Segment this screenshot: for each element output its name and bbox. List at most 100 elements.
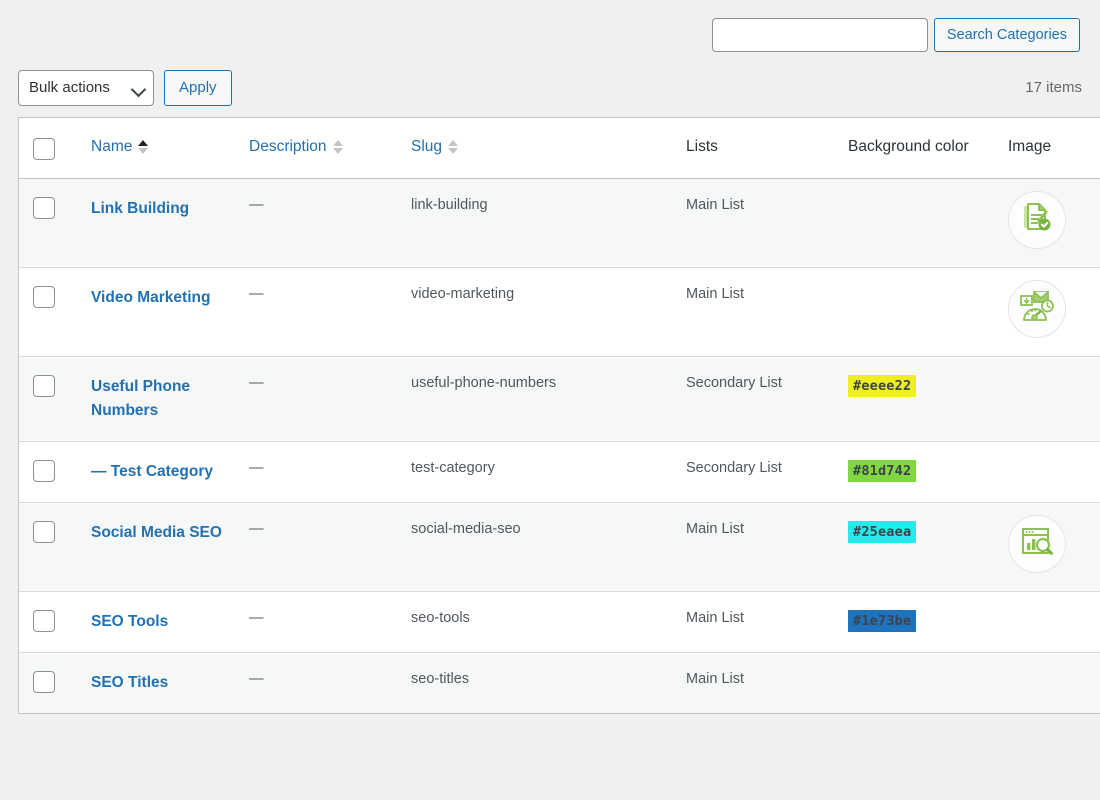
chevron-down-icon [130, 81, 147, 98]
row-name-cell: Video Marketing [91, 267, 249, 356]
row-slug-cell: seo-titles [411, 652, 686, 714]
table-head: Name Description Slug Lists Background c… [19, 118, 1100, 179]
table-row: SEO Titles — seo-titles Main List [19, 652, 1100, 714]
category-lists: Main List [686, 286, 745, 302]
apply-button[interactable]: Apply [164, 70, 232, 106]
category-thumbnail [1008, 280, 1066, 338]
row-description-cell: — [249, 441, 411, 502]
row-background-color-cell [848, 652, 1008, 714]
sort-by-slug-link[interactable]: Slug [411, 138, 459, 156]
category-slug: useful-phone-numbers [411, 375, 557, 391]
sort-arrows-icon [138, 140, 149, 154]
row-checkbox[interactable] [33, 521, 55, 544]
sort-arrows-icon [332, 140, 343, 154]
row-description-cell: — [249, 591, 411, 652]
category-name-link[interactable]: — Test Category [91, 460, 213, 484]
background-color-swatch: #25eaea [848, 521, 917, 544]
row-lists-cell: Secondary List [686, 441, 848, 502]
column-header-lists: Lists [686, 118, 848, 179]
category-name-link[interactable]: SEO Tools [91, 610, 168, 634]
row-name-cell: SEO Titles [91, 652, 249, 714]
row-lists-cell: Main List [686, 502, 848, 592]
row-description-cell: — [249, 267, 411, 356]
column-header-name[interactable]: Name [91, 118, 249, 179]
chart-search-icon [1020, 525, 1054, 563]
row-image-cell [1008, 356, 1100, 442]
row-slug-cell: video-marketing [411, 267, 686, 356]
bulk-actions-wrapper: Bulk actions [18, 70, 154, 106]
category-description: — [249, 460, 264, 477]
row-checkbox[interactable] [33, 197, 55, 219]
row-slug-cell: useful-phone-numbers [411, 356, 686, 442]
row-background-color-cell: #81d742 [848, 441, 1008, 502]
row-select-cell [19, 356, 91, 442]
category-name-link[interactable]: Video Marketing [91, 286, 210, 310]
category-slug: video-marketing [411, 286, 515, 302]
search-categories-button[interactable]: Search Categories [933, 18, 1080, 52]
document-check-icon [1020, 201, 1054, 239]
column-header-image: Image [1008, 118, 1100, 179]
category-description: — [249, 521, 264, 538]
row-name-cell: Social Media SEO [91, 502, 249, 592]
row-description-cell: — [249, 356, 411, 442]
email-gauge-icon [1019, 290, 1055, 328]
category-description: — [249, 671, 264, 688]
row-background-color-cell [848, 267, 1008, 356]
background-color-swatch: #eeee22 [848, 375, 917, 398]
table-row: Link Building — link-building Main List [19, 179, 1100, 267]
row-lists-cell: Secondary List [686, 356, 848, 442]
category-name-link[interactable]: Useful Phone Numbers [91, 375, 239, 423]
category-thumbnail [1008, 515, 1066, 574]
row-select-cell [19, 502, 91, 592]
column-label-name: Name [91, 138, 133, 155]
column-header-slug[interactable]: Slug [411, 118, 686, 179]
row-lists-cell: Main List [686, 179, 848, 267]
category-name-link[interactable]: Link Building [91, 197, 189, 221]
category-lists: Main List [686, 671, 745, 688]
category-description: — [249, 286, 264, 302]
column-header-select-all [19, 118, 91, 179]
row-lists-cell: Main List [686, 267, 848, 356]
category-description: — [249, 610, 264, 627]
row-checkbox[interactable] [33, 610, 55, 633]
table-body: Link Building — link-building Main List [19, 179, 1100, 714]
row-background-color-cell: #eeee22 [848, 356, 1008, 442]
select-all-checkbox[interactable] [33, 138, 55, 160]
sort-by-name-link[interactable]: Name [91, 138, 149, 156]
category-slug: social-media-seo [411, 521, 521, 538]
bulk-actions-label: Bulk actions [29, 79, 110, 96]
row-slug-cell: link-building [411, 179, 686, 267]
category-lists: Main List [686, 521, 745, 538]
row-checkbox[interactable] [33, 375, 55, 397]
items-count: 17 items [1025, 79, 1082, 96]
row-checkbox[interactable] [33, 671, 55, 694]
categories-table: Name Description Slug Lists Background c… [18, 117, 1100, 715]
search-input[interactable] [711, 18, 928, 52]
row-name-cell: SEO Tools [91, 591, 249, 652]
sort-by-description-link[interactable]: Description [249, 138, 343, 156]
row-checkbox[interactable] [33, 460, 55, 483]
category-slug: link-building [411, 197, 488, 213]
row-description-cell: — [249, 502, 411, 592]
column-label-slug: Slug [411, 138, 443, 155]
category-slug: seo-titles [411, 671, 470, 688]
row-description-cell: — [249, 179, 411, 267]
table-row: Video Marketing — video-marketing Main L… [19, 267, 1100, 356]
row-image-cell [1008, 591, 1100, 652]
category-slug: seo-tools [411, 610, 470, 627]
bulk-actions-select[interactable]: Bulk actions [18, 70, 154, 106]
row-lists-cell: Main List [686, 652, 848, 714]
row-background-color-cell [848, 179, 1008, 267]
category-lists: Main List [686, 197, 745, 213]
row-name-cell: Link Building [91, 179, 249, 267]
row-select-cell [19, 591, 91, 652]
category-name-link[interactable]: SEO Titles [91, 671, 168, 695]
category-lists: Main List [686, 610, 745, 627]
category-name-link[interactable]: Social Media SEO [91, 521, 222, 545]
background-color-swatch: #81d742 [848, 460, 917, 483]
column-header-description[interactable]: Description [249, 118, 411, 179]
row-select-cell [19, 652, 91, 714]
row-checkbox[interactable] [33, 286, 55, 308]
category-description: — [249, 375, 264, 391]
row-image-cell [1008, 502, 1100, 592]
